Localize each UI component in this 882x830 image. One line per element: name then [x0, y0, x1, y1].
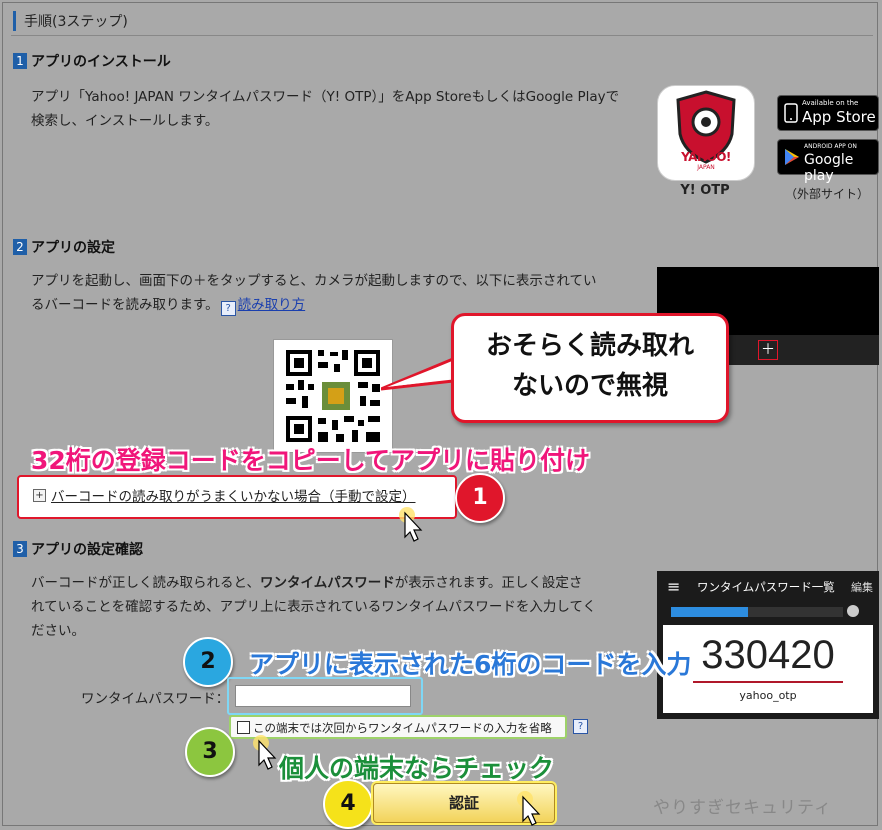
googleplay-button[interactable]: ANDROID APP ON Google play [777, 139, 879, 184]
play-icon [785, 149, 799, 165]
plus-icon: ＋ [758, 340, 778, 360]
appstore-big-text: App Store [802, 108, 876, 126]
timer-fill [671, 607, 749, 617]
step1-description: アプリ「Yahoo! JAPAN ワンタイムパスワード（Y! OTP）」をApp… [31, 85, 641, 133]
page-frame: 手順(3ステップ) 1 アプリのインストール アプリ「Yahoo! JAPAN … [2, 2, 879, 829]
edit-button: 編集 [851, 581, 873, 594]
cursor-icon [253, 735, 277, 770]
cursor-icon [399, 507, 423, 542]
step3-heading: 3 アプリの設定確認 [13, 539, 143, 559]
appstore-small-text: Available on the [802, 99, 859, 107]
skip-help-icon[interactable]: ? [573, 719, 588, 734]
clock-icon [847, 605, 859, 617]
phone-icon [784, 103, 798, 123]
step2-title: アプリの設定 [31, 240, 115, 256]
copy-paste-annotation: 32桁の登録コードをコピーしてアプリに貼り付け [31, 446, 591, 475]
otp-card: 330420 yahoo_otp [663, 625, 873, 713]
otp-input[interactable] [235, 685, 411, 707]
app-icon-sub: JAPAN [697, 164, 715, 171]
manual-setting-box[interactable]: + バーコードの読み取りがうまくいかない場合（手動で設定） [17, 475, 457, 519]
googleplay-small-text: ANDROID APP ON [804, 143, 857, 150]
step2-desc-line2: るバーコードを読み取ります。 [31, 297, 219, 313]
app-icon[interactable]: YAHOO! JAPAN [657, 85, 755, 181]
otp-account: yahoo_otp [739, 689, 797, 702]
step-circle-2: 2 [183, 637, 233, 687]
step3-description: バーコードが正しく読み取られると、ワンタイムパスワードが表示されます。正しく設定… [31, 571, 651, 643]
step2-number: 2 [13, 239, 27, 255]
step-circle-3: 3 [185, 727, 235, 777]
appstore-button[interactable]: Available on the App Store [777, 95, 879, 131]
otp-label: ワンタイムパスワード： [81, 691, 230, 707]
callout-line1: おそらく読み取れ [485, 331, 694, 361]
enter-code-annotation: アプリに表示された6桁のコードを入力 [249, 650, 692, 679]
googleplay-big-text: Google play [804, 152, 854, 184]
step1-heading: 1 アプリのインストール [13, 51, 171, 71]
page-title: 手順(3ステップ) [13, 11, 128, 31]
app-name: Y! OTP [680, 183, 730, 198]
check-note-annotation: 個人の端末ならチェック [279, 754, 555, 783]
step1-desc-line2: 検索し、インストールします。 [31, 113, 219, 129]
divider [11, 35, 873, 36]
callout-line2: ないので無視 [511, 371, 668, 401]
help-icon[interactable]: ? [220, 301, 236, 316]
step3-number: 3 [13, 541, 27, 557]
skip-checkbox-row[interactable]: この端末では次回からワンタイムパスワードの入力を省略 [229, 715, 567, 739]
otp-underline [693, 681, 843, 683]
timer-track [671, 607, 843, 617]
expand-icon[interactable]: + [33, 489, 46, 502]
step1-desc-line1: アプリ「Yahoo! JAPAN ワンタイムパスワード（Y! OTP）」をApp… [31, 89, 620, 105]
manual-setting-link[interactable]: バーコードの読み取りがうまくいかない場合（手動で設定） [51, 485, 416, 505]
step3-desc-line3: ださい。 [31, 623, 85, 639]
otp-list-title: ワンタイムパスワード一覧 [697, 580, 835, 594]
step3-title: アプリの設定確認 [31, 542, 143, 558]
step2-heading: 2 アプリの設定 [13, 237, 115, 257]
external-site-note: （外部サイト） [784, 187, 869, 201]
skip-checkbox-label[interactable]: この端末では次回からワンタイムパスワードの入力を省略 [253, 720, 552, 736]
step3-desc-b: が表示されます。正しく設定さ [394, 575, 583, 591]
watermark: やりすぎセキュリティ [653, 798, 832, 818]
cursor-icon [517, 791, 541, 826]
step2-desc-line1: アプリを起動し、画面下の＋をタップすると、カメラが起動しますので、以下に表示され… [31, 273, 597, 289]
qr-code-icon [286, 350, 380, 442]
step2-description: アプリを起動し、画面下の＋をタップすると、カメラが起動しますので、以下に表示され… [31, 269, 651, 317]
read-howto-link[interactable]: 読み取り方 [238, 297, 306, 313]
otp-code: 330420 [701, 633, 835, 677]
qr-code [273, 339, 393, 453]
step3-desc-a: バーコードが正しく読み取られると、 [31, 575, 260, 591]
ignore-callout: おそらく読み取れ ないので無視 [451, 313, 729, 423]
step1-title: アプリのインストール [31, 54, 171, 70]
step3-desc-bold: ワンタイムパスワード [259, 575, 395, 591]
step-circle-4: 4 [323, 779, 373, 829]
callout-pointer [381, 356, 455, 391]
app-icon-logo: YAHOO! [681, 150, 731, 164]
step1-number: 1 [13, 53, 27, 69]
step-circle-1: 1 [455, 473, 505, 523]
step3-desc-line2: れていることを確認するため、アプリ上に表示されているワンタイムパスワードを入力し… [31, 599, 597, 615]
menu-icon: ≡ [667, 577, 681, 596]
